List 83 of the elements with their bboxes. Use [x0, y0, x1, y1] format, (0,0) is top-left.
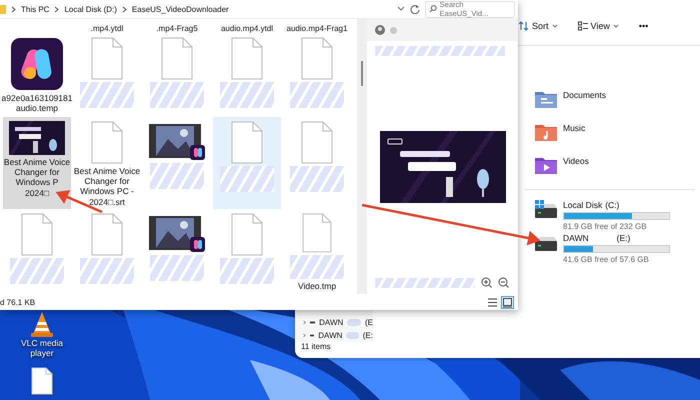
breadcrumb-item[interactable]: EaseUS_VideoDownloader [132, 4, 229, 14]
scrollbar-thumb[interactable] [361, 61, 363, 86]
videos-folder-icon [535, 156, 557, 174]
circle-icon [390, 26, 397, 34]
drive-item[interactable]: Local Disk (C:) 81.9 GB free of 232 GB [535, 200, 700, 233]
chevron-icon [54, 6, 60, 12]
status-text: d 76.1 KB [0, 298, 36, 306]
folder-label: Music [563, 123, 586, 133]
status-text: 11 items [300, 342, 332, 353]
video-thumbnail [148, 121, 206, 161]
traffic-cone-icon[interactable] [30, 312, 54, 338]
drive-icon [310, 321, 316, 324]
file-tile[interactable]: Best Anime Voice Changer for Windows P 2024□ [3, 117, 71, 209]
folder-item[interactable]: Music [535, 123, 700, 156]
view-icon [578, 21, 588, 31]
zoom-in-icon[interactable] [481, 277, 492, 288]
file-name: Best Anime Voice Changer for Windows PC - 2024□.srt [74, 166, 140, 207]
drive-item[interactable]: DAWN (E:) 41.6 GB free of 57.6 GB [535, 233, 700, 266]
file-tile[interactable]: Video.tmp [283, 209, 351, 291]
folder-item[interactable]: Videos [535, 156, 700, 189]
video-thumbnail [148, 213, 206, 253]
avatar-icon [375, 25, 385, 35]
file-name: audio.mp4-Frag1 [286, 24, 348, 33]
scrollbar[interactable] [357, 19, 367, 294]
file-tile[interactable]: a92e0a163109181 audio.temp [3, 33, 71, 117]
file-name: .mp4-Frag5 [155, 24, 199, 33]
document-icon [91, 121, 123, 164]
drive-name: DAWN [563, 233, 589, 243]
nav-label: (E [365, 318, 373, 327]
file-tile[interactable] [213, 117, 281, 209]
search-icon [429, 5, 437, 13]
nav-item[interactable]: DAWN (E [295, 316, 373, 329]
nav-label: DAWN [318, 331, 342, 340]
drive-name: (E:) [616, 233, 630, 243]
breadcrumb-item[interactable]: This PC [21, 4, 50, 14]
document-icon [161, 37, 193, 80]
chevron-icon [552, 24, 558, 28]
more-button[interactable]: ••• [636, 19, 650, 33]
folder-item[interactable]: Documents [535, 90, 700, 123]
folder-label: Videos [563, 156, 589, 166]
nav-label: DAWN [319, 318, 344, 327]
document-icon [231, 37, 263, 80]
document-icon [301, 37, 333, 80]
document-icon [91, 213, 123, 256]
large-icons-view-button[interactable] [501, 296, 514, 308]
drive-name: Local Disk [563, 200, 602, 210]
document-icon [231, 121, 263, 164]
drive-name: (C:) [605, 200, 620, 210]
documents-folder-icon [535, 90, 557, 108]
chevron-icon [612, 24, 619, 28]
folder-icon [0, 4, 6, 14]
chevron-icon [122, 6, 127, 12]
folder-label: Documents [563, 90, 606, 100]
nav-item[interactable]: DAWN (E: [295, 329, 373, 342]
file-name: a92e0a163109181 audio.temp [2, 93, 72, 114]
drive-free-space: 41.6 GB free of 57.6 GB [563, 255, 650, 264]
file-name: Best Anime Voice Changer for Windows P 2024□ [4, 157, 70, 198]
document-icon [21, 213, 53, 256]
refresh-icon[interactable] [410, 4, 420, 14]
zoom-out-icon[interactable] [498, 277, 509, 288]
drive-icon [310, 334, 314, 337]
view-button[interactable]: View [576, 19, 621, 33]
chevron-icon [11, 6, 16, 12]
document-icon[interactable] [31, 366, 53, 395]
document-icon [301, 213, 333, 253]
drive-free-space: 81.9 GB free of 232 GB [563, 222, 648, 231]
document-icon [231, 213, 263, 256]
system-drive-icon [535, 200, 557, 218]
document-icon [301, 121, 333, 164]
details-view-button[interactable] [486, 296, 499, 308]
sort-button[interactable]: Sort [517, 19, 560, 33]
sort-icon [519, 21, 529, 31]
file-tile[interactable]: Best Anime Voice Changer for Windows PC - 2024□.srt [73, 117, 141, 209]
dropdown-icon[interactable] [397, 6, 405, 12]
nav-label: (E: [362, 331, 373, 340]
app-icon [10, 37, 64, 91]
file-name: Video.tmp [298, 280, 336, 291]
file-name: audio.mp4.ytdl [220, 24, 274, 33]
music-folder-icon [535, 123, 557, 141]
breadcrumb-item[interactable]: Local Disk (D:) [64, 4, 117, 14]
file-name: .mp4.ytdl [90, 24, 124, 33]
desktop-icon-label[interactable]: VLC media player [18, 339, 66, 359]
document-icon [91, 37, 123, 80]
